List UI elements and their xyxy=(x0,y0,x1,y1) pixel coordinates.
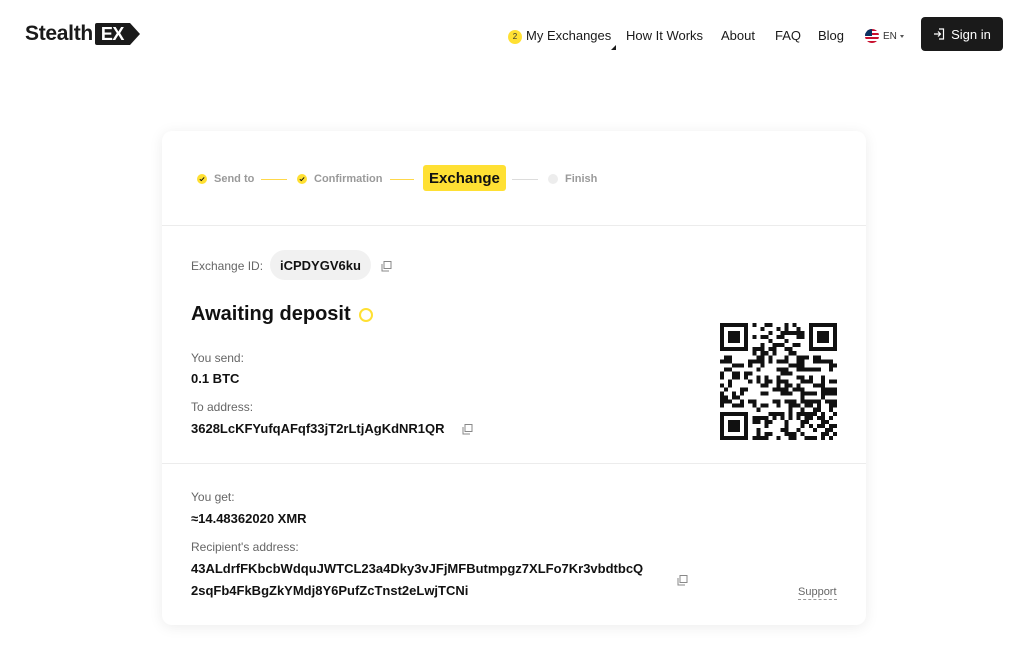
nav-faq[interactable]: FAQ xyxy=(775,28,801,43)
site-header: Stealth EX 2 My Exchanges How It Works Ab… xyxy=(0,0,1024,70)
chevron-down-icon xyxy=(899,34,904,38)
you-send-label: You send: xyxy=(191,351,244,365)
sign-in-button[interactable]: Sign in xyxy=(921,17,1003,51)
step-label: Finish xyxy=(565,173,598,185)
deposit-qr-code xyxy=(720,323,837,440)
step-dot xyxy=(548,174,558,184)
exchange-card: Send to Confirmation Exchange Finish Exc… xyxy=(162,131,866,625)
status-text: Awaiting deposit xyxy=(191,303,351,325)
support-link[interactable]: Support xyxy=(798,586,837,600)
step-connector xyxy=(261,179,287,180)
us-flag-icon xyxy=(865,29,879,43)
language-label: EN xyxy=(883,30,897,42)
copy-deposit-address-icon[interactable] xyxy=(462,422,473,435)
exchange-id-label: Exchange ID: xyxy=(191,259,264,273)
stealthex-logo[interactable]: Stealth EX xyxy=(25,22,140,46)
recipient-address-line-2: 2sqFb4FkBgZkYMdj8Y6PufZcTnst2eLwjTCNi xyxy=(191,583,469,598)
progress-steps: Send to Confirmation Exchange Finish xyxy=(162,131,866,225)
sign-in-label: Sign in xyxy=(951,26,991,42)
step-label: Send to xyxy=(214,173,255,185)
dropdown-corner-icon xyxy=(611,44,617,50)
logo-badge: EX xyxy=(94,23,140,45)
nav-blog[interactable]: Blog xyxy=(818,28,844,43)
to-address-value: 3628LcKFYufqAFqf33jT2rLtjAgKdNR1QR xyxy=(191,421,445,436)
step-label: Confirmation xyxy=(314,173,383,185)
recipient-address-label: Recipient's address: xyxy=(191,540,299,554)
divider xyxy=(162,225,866,226)
you-get-value: ≈14.48362020 XMR xyxy=(191,511,307,526)
copy-exchange-id-icon[interactable] xyxy=(381,259,392,272)
loading-spinner-icon xyxy=(358,307,373,322)
copy-recipient-address-icon[interactable] xyxy=(677,573,688,586)
to-address-label: To address: xyxy=(191,400,254,414)
language-selector[interactable]: EN xyxy=(865,29,904,43)
you-get-label: You get: xyxy=(191,490,235,504)
step-confirmation: Confirmation xyxy=(297,173,382,185)
step-connector xyxy=(390,179,414,180)
step-exchange-active: Exchange xyxy=(423,165,506,191)
check-icon xyxy=(297,174,307,184)
step-connector xyxy=(512,179,538,180)
login-icon xyxy=(934,28,945,40)
nav-how-it-works[interactable]: How It Works xyxy=(626,28,703,43)
exchange-id-value: iCPDYGV6ku xyxy=(270,250,371,280)
nav-about[interactable]: About xyxy=(721,28,755,43)
step-send-to: Send to xyxy=(197,173,254,185)
you-send-value: 0.1 BTC xyxy=(191,371,240,386)
divider xyxy=(162,463,866,464)
check-icon xyxy=(197,174,207,184)
nav-my-exchanges-label: My Exchanges xyxy=(526,28,612,43)
status-title: Awaiting deposit xyxy=(191,303,373,326)
step-finish: Finish xyxy=(548,173,597,185)
exchanges-count-badge: 2 xyxy=(508,29,522,44)
nav-my-exchanges[interactable]: 2 My Exchanges xyxy=(508,28,617,50)
recipient-address-line-1: 43ALdrfFKbcbWdquJWTCL23a4Dky3vJFjMFButmp… xyxy=(191,561,644,576)
logo-text: Stealth xyxy=(25,22,93,45)
